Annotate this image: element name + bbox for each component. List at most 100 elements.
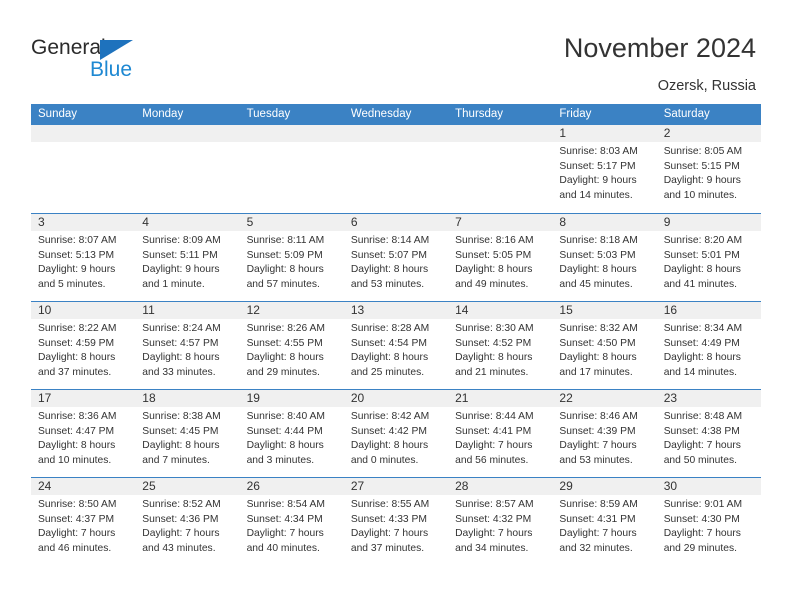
day-details: Sunrise: 8:52 AM Sunset: 4:36 PM Daylight:… bbox=[135, 495, 239, 556]
calendar-day-cell-empty bbox=[135, 125, 240, 213]
calendar-day-cell[interactable]: 22 Sunrise: 8:46 AM Sunset: 4:39 PM Dayligh… bbox=[552, 390, 657, 477]
calendar-day-cell[interactable]: 19 Sunrise: 8:40 AM Sunset: 4:44 PM Dayligh… bbox=[239, 390, 344, 477]
calendar-day-cell[interactable]: 23 Sunrise: 8:48 AM Sunset: 4:38 PM Dayligh… bbox=[656, 390, 761, 477]
sunrise-time: Sunrise: 8:36 AM bbox=[38, 411, 117, 422]
day-details: Sunrise: 8:11 AM Sunset: 5:09 PM Daylight:… bbox=[240, 231, 344, 292]
sunrise-time: Sunrise: 8:57 AM bbox=[455, 499, 534, 510]
daylight-duration-line1: Daylight: 9 hours bbox=[663, 175, 741, 187]
daylight-duration-line1: Daylight: 7 hours bbox=[455, 440, 533, 452]
calendar-day-cell[interactable]: 8 Sunrise: 8:18 AM Sunset: 5:03 PM Daylight… bbox=[552, 214, 657, 301]
day-number: 22 bbox=[559, 391, 573, 405]
sunset-time: Sunset: 4:36 PM bbox=[142, 513, 219, 525]
daylight-duration-line1: Daylight: 8 hours bbox=[142, 352, 220, 364]
sunrise-time: Sunrise: 8:48 AM bbox=[663, 411, 743, 422]
day-number-band: 8 bbox=[552, 214, 657, 231]
weekday-header-tuesday: Tuesday bbox=[246, 108, 291, 120]
general-blue-logo[interactable]: General Blue bbox=[31, 36, 211, 84]
calendar-day-cell[interactable]: 7 Sunrise: 8:16 AM Sunset: 5:05 PM Daylight… bbox=[448, 214, 553, 301]
day-number: 20 bbox=[350, 391, 365, 405]
calendar-day-cell[interactable]: 6 Sunrise: 8:14 AM Sunset: 5:07 PM Daylight… bbox=[343, 214, 449, 301]
calendar-day-cell[interactable]: 29 Sunrise: 8:59 AM Sunset: 4:31 PM Dayligh… bbox=[552, 478, 657, 565]
day-number-band: 26 bbox=[239, 478, 344, 495]
sunrise-time: Sunrise: 8:24 AM bbox=[142, 323, 221, 334]
daylight-duration-line1: Daylight: 7 hours bbox=[142, 528, 220, 540]
day-details: Sunrise: 8:14 AM Sunset: 5:07 PM Daylight:… bbox=[344, 231, 448, 292]
calendar-day-cell[interactable]: 13 Sunrise: 8:28 AM Sunset: 4:54 PM Dayligh… bbox=[343, 302, 449, 389]
calendar-day-cell[interactable]: 17 Sunrise: 8:36 AM Sunset: 4:47 PM Dayligh… bbox=[31, 390, 136, 477]
sunrise-time: Sunrise: 8:03 AM bbox=[559, 146, 638, 157]
day-number-band: 19 bbox=[239, 390, 344, 407]
day-details: Sunrise: 8:18 AM Sunset: 5:03 PM Daylight:… bbox=[552, 231, 656, 292]
calendar-day-cell[interactable]: 1 Sunrise: 8:03 AM Sunset: 5:17 PM Daylight… bbox=[552, 125, 657, 213]
sunset-time: Sunset: 5:11 PM bbox=[142, 249, 218, 261]
calendar-day-cell[interactable]: 27 Sunrise: 8:55 AM Sunset: 4:33 PM Dayligh… bbox=[343, 478, 449, 565]
sunrise-time: Sunrise: 8:30 AM bbox=[455, 323, 534, 334]
day-number-band: 18 bbox=[135, 390, 240, 407]
day-number: 4 bbox=[142, 215, 149, 229]
calendar-day-cell[interactable]: 15 Sunrise: 8:32 AM Sunset: 4:50 PM Dayligh… bbox=[552, 302, 657, 389]
daylight-duration-line1: Daylight: 8 hours bbox=[663, 352, 741, 364]
calendar-day-cell[interactable]: 21 Sunrise: 8:44 AM Sunset: 4:41 PM Dayligh… bbox=[448, 390, 553, 477]
daylight-duration-line1: Daylight: 8 hours bbox=[559, 352, 637, 364]
day-details: Sunrise: 8:36 AM Sunset: 4:47 PM Daylight:… bbox=[31, 407, 135, 468]
calendar-day-cell[interactable]: 24 Sunrise: 8:50 AM Sunset: 4:37 PM Dayligh… bbox=[31, 478, 136, 565]
calendar-day-cell[interactable]: 20 Sunrise: 8:42 AM Sunset: 4:42 PM Dayligh… bbox=[343, 390, 449, 477]
day-number: 11 bbox=[142, 303, 155, 317]
daylight-duration-line2: and 53 minutes. bbox=[350, 278, 425, 290]
sunrise-time: Sunrise: 8:38 AM bbox=[142, 411, 221, 422]
calendar-day-cell[interactable]: 2 Sunrise: 8:05 AM Sunset: 5:15 PM Daylight… bbox=[656, 125, 761, 213]
day-number: 12 bbox=[246, 303, 260, 317]
sunrise-time: Sunrise: 8:46 AM bbox=[559, 411, 638, 422]
calendar-day-cell[interactable]: 26 Sunrise: 8:54 AM Sunset: 4:34 PM Dayligh… bbox=[239, 478, 344, 565]
sunset-time: Sunset: 4:57 PM bbox=[142, 337, 219, 349]
calendar-day-cell[interactable]: 30 Sunrise: 9:01 AM Sunset: 4:30 PM Dayligh… bbox=[656, 478, 761, 565]
daylight-duration-line2: and 33 minutes. bbox=[142, 366, 216, 378]
daylight-duration-line1: Daylight: 7 hours bbox=[246, 528, 324, 540]
sunset-time: Sunset: 5:05 PM bbox=[455, 249, 532, 261]
day-number: 17 bbox=[38, 391, 52, 405]
sunrise-time: Sunrise: 8:54 AM bbox=[246, 499, 325, 510]
calendar-day-cell[interactable]: 5 Sunrise: 8:11 AM Sunset: 5:09 PM Daylight… bbox=[239, 214, 344, 301]
sunset-time: Sunset: 5:03 PM bbox=[559, 249, 636, 261]
day-number: 26 bbox=[246, 479, 260, 493]
day-number-band: 16 bbox=[656, 302, 761, 319]
sunrise-time: Sunrise: 8:22 AM bbox=[38, 323, 117, 334]
calendar-day-cell[interactable]: 11 Sunrise: 8:24 AM Sunset: 4:57 PM Dayligh… bbox=[135, 302, 240, 389]
page-title: November 2024 bbox=[563, 33, 756, 63]
calendar-day-cell[interactable]: 28 Sunrise: 8:57 AM Sunset: 4:32 PM Dayligh… bbox=[448, 478, 553, 565]
calendar-day-cell[interactable]: 14 Sunrise: 8:30 AM Sunset: 4:52 PM Dayligh… bbox=[448, 302, 553, 389]
calendar-day-cell[interactable]: 16 Sunrise: 8:34 AM Sunset: 4:49 PM Dayligh… bbox=[656, 302, 761, 389]
day-details: Sunrise: 8:44 AM Sunset: 4:41 PM Daylight:… bbox=[448, 407, 552, 468]
daylight-duration-line1: Daylight: 9 hours bbox=[38, 264, 116, 276]
sunset-time: Sunset: 4:47 PM bbox=[38, 425, 115, 437]
sunrise-time: Sunrise: 8:52 AM bbox=[142, 499, 221, 510]
calendar-day-cell-empty bbox=[343, 125, 449, 213]
calendar-day-cell[interactable]: 18 Sunrise: 8:38 AM Sunset: 4:45 PM Dayligh… bbox=[135, 390, 240, 477]
day-number: 3 bbox=[38, 215, 45, 229]
day-details: Sunrise: 8:30 AM Sunset: 4:52 PM Daylight:… bbox=[448, 319, 552, 380]
calendar-weeks: 1 Sunrise: 8:03 AM Sunset: 5:17 PM Daylight… bbox=[31, 125, 761, 565]
calendar-day-cell[interactable]: 9 Sunrise: 8:20 AM Sunset: 5:01 PM Daylight… bbox=[656, 214, 761, 301]
daylight-duration-line2: and 41 minutes. bbox=[663, 278, 737, 290]
sunset-time: Sunset: 4:31 PM bbox=[559, 513, 636, 525]
calendar-day-cell[interactable]: 4 Sunrise: 8:09 AM Sunset: 5:11 PM Daylight… bbox=[135, 214, 240, 301]
calendar-week-row: 24 Sunrise: 8:50 AM Sunset: 4:37 PM Dayligh… bbox=[31, 477, 761, 565]
daylight-duration-line1: Daylight: 7 hours bbox=[350, 528, 429, 540]
calendar-day-cell[interactable]: 3 Sunrise: 8:07 AM Sunset: 5:13 PM Daylight… bbox=[31, 214, 136, 301]
daylight-duration-line1: Daylight: 7 hours bbox=[455, 528, 533, 540]
day-details: Sunrise: 8:34 AM Sunset: 4:49 PM Daylight:… bbox=[657, 319, 761, 380]
calendar-day-cell[interactable]: 10 Sunrise: 8:22 AM Sunset: 4:59 PM Dayligh… bbox=[31, 302, 136, 389]
day-details: Sunrise: 8:26 AM Sunset: 4:55 PM Daylight:… bbox=[240, 319, 344, 380]
day-details: Sunrise: 8:38 AM Sunset: 4:45 PM Daylight:… bbox=[135, 407, 239, 468]
day-number-band: 1 bbox=[552, 125, 657, 142]
day-number: 9 bbox=[663, 215, 671, 229]
calendar-day-cell[interactable]: 12 Sunrise: 8:26 AM Sunset: 4:55 PM Dayligh… bbox=[239, 302, 344, 389]
day-number-band: 15 bbox=[552, 302, 657, 319]
sunset-time: Sunset: 4:55 PM bbox=[246, 337, 323, 349]
calendar-day-cell[interactable]: 25 Sunrise: 8:52 AM Sunset: 4:36 PM Dayligh… bbox=[135, 478, 240, 565]
daylight-duration-line2: and 43 minutes. bbox=[142, 542, 216, 554]
daylight-duration-line2: and 3 minutes. bbox=[246, 454, 315, 466]
weekday-header-row: Sunday Monday Tuesday Wednesday Thursday Frid… bbox=[31, 104, 761, 125]
day-number: 25 bbox=[142, 479, 156, 493]
day-details: Sunrise: 8:40 AM Sunset: 4:44 PM Daylight:… bbox=[240, 407, 344, 468]
